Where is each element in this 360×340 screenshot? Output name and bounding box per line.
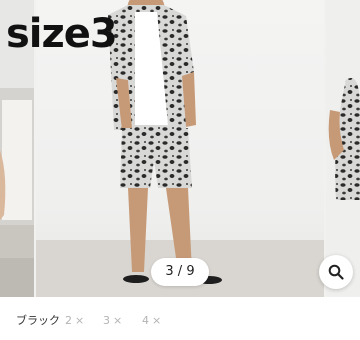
size-option-label: 3 bbox=[103, 314, 110, 327]
zoom-button[interactable] bbox=[319, 255, 353, 289]
next-photo-art bbox=[326, 0, 360, 297]
size-option-4[interactable]: 4 × bbox=[142, 314, 161, 328]
size-option-label: 4 bbox=[142, 314, 149, 327]
product-image-gallery[interactable]: size3 3 / 9 bbox=[0, 0, 360, 297]
sold-out-mark: × bbox=[75, 314, 85, 327]
next-photo[interactable] bbox=[326, 0, 360, 297]
size-option-3[interactable]: 3 × bbox=[103, 314, 122, 328]
variant-options: ブラック 2 × 3 × 4 × bbox=[0, 297, 360, 340]
image-caption: size3 bbox=[6, 11, 118, 57]
size-option-label: 2 bbox=[65, 314, 72, 327]
image-counter: 3 / 9 bbox=[151, 258, 209, 286]
magnifier-icon bbox=[328, 264, 344, 280]
size-option-2[interactable]: 2 × bbox=[65, 314, 84, 328]
sold-out-mark: × bbox=[152, 314, 162, 327]
color-option-black[interactable]: ブラック bbox=[16, 314, 60, 328]
sold-out-mark: × bbox=[113, 314, 123, 327]
color-option-label: ブラック bbox=[16, 314, 60, 327]
